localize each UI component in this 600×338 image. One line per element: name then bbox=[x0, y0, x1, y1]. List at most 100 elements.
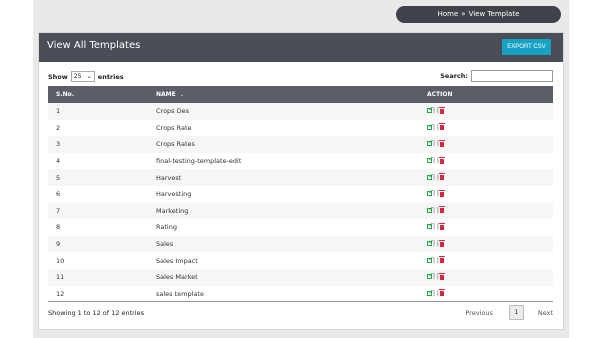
table-row: 12 sales template | | bbox=[48, 285, 553, 303]
action-separator: | | bbox=[433, 240, 439, 248]
row-actions: | | bbox=[419, 152, 553, 170]
table-controls: Show 25 ⌄ entries Search: bbox=[48, 70, 553, 83]
breadcrumb-home-link[interactable]: Home bbox=[438, 10, 459, 18]
row-name: Marketing bbox=[148, 202, 419, 220]
row-sno: 5 bbox=[48, 169, 148, 186]
row-name: Harvest bbox=[148, 169, 419, 186]
delete-icon[interactable] bbox=[438, 289, 445, 297]
delete-icon[interactable] bbox=[438, 239, 445, 247]
column-header-sno[interactable]: S.No. bbox=[48, 86, 148, 103]
row-sno: 2 bbox=[48, 119, 148, 137]
action-separator: | | bbox=[433, 289, 439, 297]
row-actions: | | bbox=[419, 202, 553, 220]
page-1-button[interactable]: 1 bbox=[508, 305, 524, 320]
edit-icon[interactable] bbox=[427, 124, 432, 130]
table-row: 9 Sales | | bbox=[48, 235, 553, 253]
row-name: Crops Des bbox=[148, 103, 419, 120]
action-separator: | | bbox=[433, 123, 439, 131]
page-title: View All Templates bbox=[47, 40, 141, 51]
row-actions: | | bbox=[419, 268, 553, 286]
edit-icon[interactable] bbox=[427, 174, 432, 180]
previous-page-button[interactable]: Previous bbox=[465, 309, 492, 317]
action-separator: | | bbox=[433, 173, 439, 181]
row-actions: | | bbox=[419, 235, 553, 253]
column-header-name[interactable]: NAME ⌄ bbox=[148, 86, 419, 103]
search-label: Search: bbox=[440, 72, 468, 80]
export-csv-button[interactable]: EXPORT CSV bbox=[502, 39, 551, 55]
row-sno: 11 bbox=[48, 268, 148, 286]
table-row: 2 Crops Rate | | bbox=[48, 119, 553, 137]
delete-icon[interactable] bbox=[438, 123, 445, 131]
search-control: Search: bbox=[440, 70, 553, 82]
table-row: 10 Sales Impact | | bbox=[48, 252, 553, 269]
row-name: Rating bbox=[148, 219, 419, 236]
edit-icon[interactable] bbox=[427, 191, 432, 197]
delete-icon[interactable] bbox=[438, 139, 445, 147]
page-size-control: Show 25 ⌄ entries bbox=[48, 71, 124, 82]
table-row: 8 Rating | | bbox=[48, 219, 553, 236]
row-sno: 10 bbox=[48, 252, 148, 269]
breadcrumb-current: View Template bbox=[468, 10, 520, 18]
edit-icon[interactable] bbox=[427, 224, 432, 230]
row-actions: | | bbox=[419, 103, 553, 120]
table-row: 4 final-testing-template-edit | | bbox=[48, 152, 553, 170]
edit-icon[interactable] bbox=[427, 241, 432, 247]
edit-icon[interactable] bbox=[427, 274, 432, 280]
row-sno: 1 bbox=[48, 103, 148, 120]
table-header-row: S.No. NAME ⌄ ACTION bbox=[48, 86, 553, 103]
row-actions: | | bbox=[419, 169, 553, 186]
show-label: Show bbox=[48, 72, 68, 81]
edit-icon[interactable] bbox=[427, 158, 432, 164]
delete-icon[interactable] bbox=[438, 206, 445, 214]
delete-icon[interactable] bbox=[438, 156, 445, 164]
table-row: 6 Harvesting | | bbox=[48, 185, 553, 203]
row-name: sales template bbox=[148, 285, 419, 303]
row-name: Crops Rates bbox=[148, 136, 419, 153]
edit-icon[interactable] bbox=[427, 141, 432, 147]
row-name: final-testing-template-edit bbox=[148, 152, 419, 170]
panel-header: View All Templates EXPORT CSV bbox=[39, 33, 563, 62]
row-sno: 3 bbox=[48, 136, 148, 153]
delete-icon[interactable] bbox=[438, 173, 445, 181]
breadcrumb: Home» View Template bbox=[396, 6, 561, 23]
left-gutter bbox=[0, 0, 33, 338]
action-separator: | | bbox=[433, 256, 439, 264]
sort-icon: ⌄ bbox=[179, 92, 184, 98]
row-name: Sales Impact bbox=[148, 252, 419, 269]
delete-icon[interactable] bbox=[438, 272, 445, 280]
delete-icon[interactable] bbox=[438, 106, 445, 114]
row-sno: 8 bbox=[48, 219, 148, 236]
row-name: Sales Market bbox=[148, 268, 419, 286]
delete-icon[interactable] bbox=[438, 189, 445, 197]
row-name: Sales bbox=[148, 235, 419, 253]
row-sno: 9 bbox=[48, 235, 148, 253]
action-separator: | | bbox=[433, 206, 439, 214]
table-divider bbox=[48, 301, 553, 302]
edit-icon[interactable] bbox=[427, 108, 432, 114]
entries-label: entries bbox=[97, 72, 124, 81]
row-actions: | | bbox=[419, 285, 553, 303]
next-page-button[interactable]: Next bbox=[538, 309, 553, 317]
row-sno: 4 bbox=[48, 152, 148, 170]
search-input[interactable] bbox=[471, 70, 553, 82]
delete-icon[interactable] bbox=[438, 256, 445, 264]
table-row: 11 Sales Market | | bbox=[48, 268, 553, 286]
edit-icon[interactable] bbox=[427, 290, 432, 296]
row-actions: | | bbox=[419, 185, 553, 203]
action-separator: | | bbox=[433, 273, 439, 281]
action-separator: | | bbox=[433, 140, 439, 148]
row-actions: | | bbox=[419, 136, 553, 153]
templates-table: S.No. NAME ⌄ ACTION 1 Crops Des | | 2 Cro… bbox=[48, 86, 553, 303]
row-actions: | | bbox=[419, 119, 553, 137]
edit-icon[interactable] bbox=[427, 207, 432, 213]
chevron-down-icon: ⌄ bbox=[86, 73, 92, 80]
table-row: 5 Harvest | | bbox=[48, 169, 553, 186]
page-size-select[interactable]: 25 ⌄ bbox=[70, 71, 95, 82]
row-name: Crops Rate bbox=[148, 119, 419, 137]
delete-icon[interactable] bbox=[438, 222, 445, 230]
right-gutter bbox=[569, 0, 600, 338]
table-row: 3 Crops Rates | | bbox=[48, 136, 553, 153]
edit-icon[interactable] bbox=[427, 257, 432, 263]
row-actions: | | bbox=[419, 252, 553, 269]
row-sno: 6 bbox=[48, 185, 148, 203]
